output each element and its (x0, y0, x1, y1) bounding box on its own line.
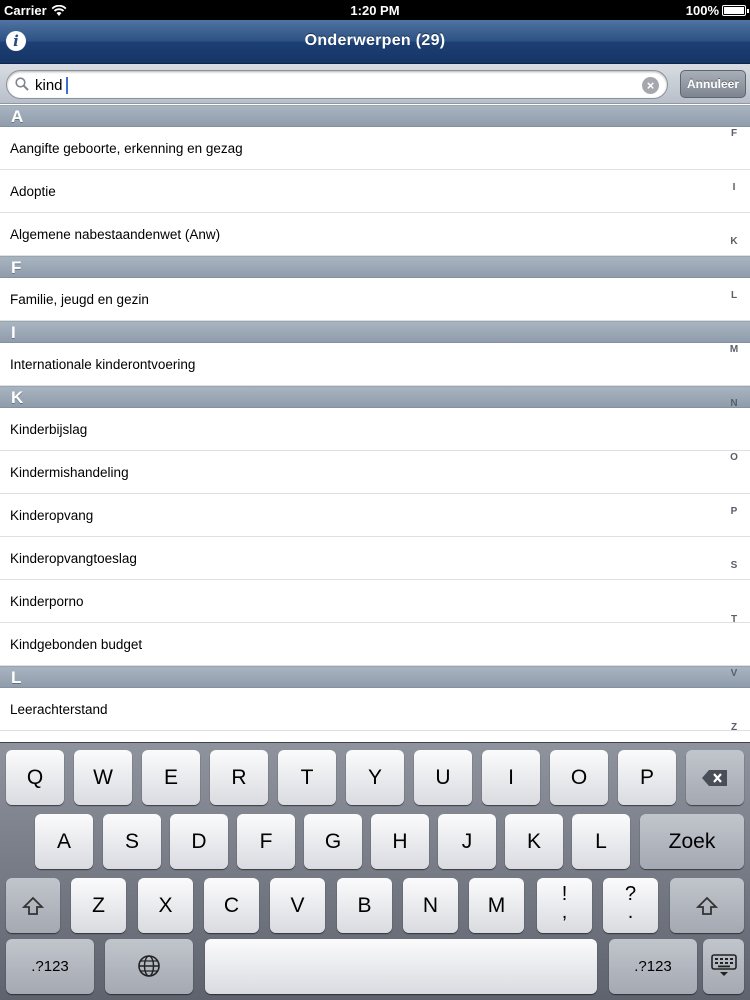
key-question-label: ? (624, 883, 637, 905)
key-o[interactable]: O (550, 750, 608, 805)
shift-icon (695, 896, 719, 915)
key-v[interactable]: V (270, 878, 325, 933)
index-letter-p[interactable]: P (722, 506, 746, 517)
list-item[interactable]: Familie, jeugd en gezin (0, 278, 750, 321)
key-x[interactable]: X (138, 878, 193, 933)
key-n[interactable]: N (403, 878, 458, 933)
key-q[interactable]: Q (6, 750, 64, 805)
key-t[interactable]: T (278, 750, 336, 805)
search-icon (15, 77, 29, 91)
hide-keyboard-key[interactable] (703, 939, 744, 994)
list-item[interactable]: Algemene nabestaandenwet (Anw) (0, 213, 750, 256)
battery-icon (722, 5, 749, 16)
list-item[interactable]: Leerachterstand (0, 688, 750, 731)
key-question-period[interactable]: ?. (603, 878, 658, 933)
key-d[interactable]: D (170, 814, 228, 869)
key-l[interactable]: L (572, 814, 630, 869)
globe-key[interactable] (105, 939, 193, 994)
key-g[interactable]: G (304, 814, 362, 869)
index-letter-s[interactable]: S (722, 560, 746, 571)
section-header-f: F (0, 256, 750, 278)
shift-key-left[interactable] (6, 878, 60, 933)
status-bar: Carrier 1:20 PM 100% (0, 0, 750, 20)
index-letter-k[interactable]: K (722, 236, 746, 247)
key-i[interactable]: I (482, 750, 540, 805)
clear-search-icon[interactable]: × (642, 77, 659, 94)
navigation-bar: i Onderwerpen (29) (0, 20, 750, 64)
section-header-i: I (0, 321, 750, 343)
index-letter-f[interactable]: F (722, 128, 746, 139)
key-y[interactable]: Y (346, 750, 404, 805)
key-exclamation-comma[interactable]: !, (537, 878, 592, 933)
key-r[interactable]: R (210, 750, 268, 805)
key-e[interactable]: E (142, 750, 200, 805)
section-index[interactable]: AFIKLMNOPSTVZ (722, 105, 746, 742)
topics-list[interactable]: A Aangifte geboorte, erkenning en gezag Ad… (0, 105, 750, 742)
key-w[interactable]: W (74, 750, 132, 805)
keyboard-hide-icon (710, 954, 737, 976)
index-letter-m[interactable]: M (722, 344, 746, 355)
list-item[interactable]: Kinderopvangtoeslag (0, 537, 750, 580)
key-a[interactable]: A (35, 814, 93, 869)
section-header-a: A (0, 105, 750, 127)
list-item[interactable]: Kindermishandeling (0, 451, 750, 494)
cancel-button[interactable]: Annuleer (680, 70, 746, 98)
numbers-key-left[interactable]: .?123 (6, 939, 94, 994)
page-title: Onderwerpen (29) (304, 32, 446, 49)
index-letter-i[interactable]: I (722, 182, 746, 193)
globe-icon (138, 955, 160, 977)
key-j[interactable]: J (438, 814, 496, 869)
section-header-k: K (0, 386, 750, 408)
keyboard: Q W E R T Y U I O P A S D F G H J K L Zoek Z X C V B N M!,?. .?123.… (0, 742, 750, 1000)
shift-key-right[interactable] (670, 878, 744, 933)
index-letter-n[interactable]: N (722, 398, 746, 409)
index-letter-o[interactable]: O (722, 452, 746, 463)
battery-info: 100% (685, 3, 749, 18)
shift-icon (21, 896, 45, 915)
list-item[interactable]: Aangifte geboorte, erkenning en gezag (0, 127, 750, 170)
section-header-l: L (0, 666, 750, 688)
space-key[interactable] (205, 939, 597, 994)
search-bar: × Annuleer (0, 64, 750, 104)
list-item[interactable]: Internationale kinderontvoering (0, 343, 750, 386)
clock: 1:20 PM (350, 3, 400, 18)
key-p[interactable]: P (618, 750, 676, 805)
key-period-label: . (627, 901, 634, 923)
backspace-icon (702, 770, 727, 786)
search-field[interactable]: × (6, 70, 668, 99)
search-return-key[interactable]: Zoek (640, 814, 744, 869)
key-z[interactable]: Z (71, 878, 126, 933)
key-h[interactable]: H (371, 814, 429, 869)
list-item[interactable]: Kinderporno (0, 580, 750, 623)
list-item[interactable]: Kindgebonden budget (0, 623, 750, 666)
key-m[interactable]: M (469, 878, 524, 933)
index-letter-l[interactable]: L (722, 290, 746, 301)
list-item[interactable]: Kinderbijslag (0, 408, 750, 451)
key-s[interactable]: S (103, 814, 161, 869)
key-f[interactable]: F (237, 814, 295, 869)
key-exclamation-label: ! (561, 883, 568, 905)
index-letter-z[interactable]: Z (722, 722, 746, 733)
numbers-key-right[interactable]: .?123 (609, 939, 697, 994)
list-item[interactable]: Adoptie (0, 170, 750, 213)
key-comma-label: , (561, 901, 568, 923)
battery-percentage: 100% (685, 3, 719, 18)
text-cursor (66, 77, 68, 94)
list-item[interactable]: Kinderopvang (0, 494, 750, 537)
key-u[interactable]: U (414, 750, 472, 805)
key-k[interactable]: K (505, 814, 563, 869)
backspace-key[interactable] (686, 750, 744, 805)
key-b[interactable]: B (337, 878, 392, 933)
search-input[interactable] (35, 75, 635, 95)
index-letter-t[interactable]: T (722, 614, 746, 625)
key-c[interactable]: C (204, 878, 259, 933)
index-letter-v[interactable]: V (722, 668, 746, 679)
